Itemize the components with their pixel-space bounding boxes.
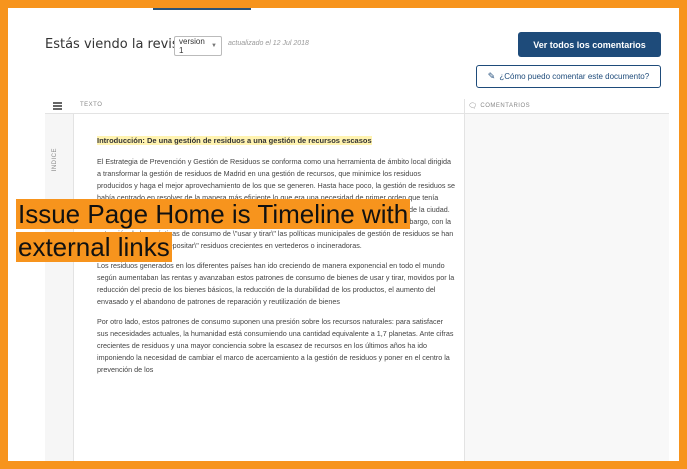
column-comentarios-label: COMENTARIOS [480,103,531,109]
pencil-icon: ✎ [487,71,496,81]
chevron-down-icon: ▼ [211,43,217,49]
document-paragraph[interactable]: Los residuos generados en los diferentes… [97,260,455,308]
version-value: version 1 [179,37,205,55]
column-texto: TEXTO [80,102,103,108]
caption-line-2: external links [16,232,172,262]
index-label: ÍNDICE [52,148,58,172]
all-comments-button[interactable]: Ver todos los comentarios [518,32,661,57]
document-heading[interactable]: Introducción: De una gestión de residuos… [97,136,372,145]
active-tab-indicator [153,8,251,10]
how-to-comment-button[interactable]: ✎ ¿Cómo puedo comentar este documento? [476,65,661,88]
column-comentarios: 🗨 COMENTARIOS [468,102,530,110]
caption-banner: Issue Page Home is Timeline with externa… [16,198,596,264]
comment-icon: 🗨 [468,103,478,110]
how-to-comment-label: ¿Cómo puedo comentar este documento? [499,72,650,81]
updated-date: actualizado el 12 Jul 2018 [228,40,309,47]
columns-header [45,99,669,114]
list-icon[interactable] [53,102,62,110]
caption-line-1: Issue Page Home is Timeline with [16,199,411,229]
comments-panel[interactable] [465,114,669,461]
document-paragraph[interactable]: Por otro lado, estos patrones de consumo… [97,316,455,376]
index-sidebar[interactable] [45,114,74,461]
version-select[interactable]: version 1 ▼ [174,36,222,56]
